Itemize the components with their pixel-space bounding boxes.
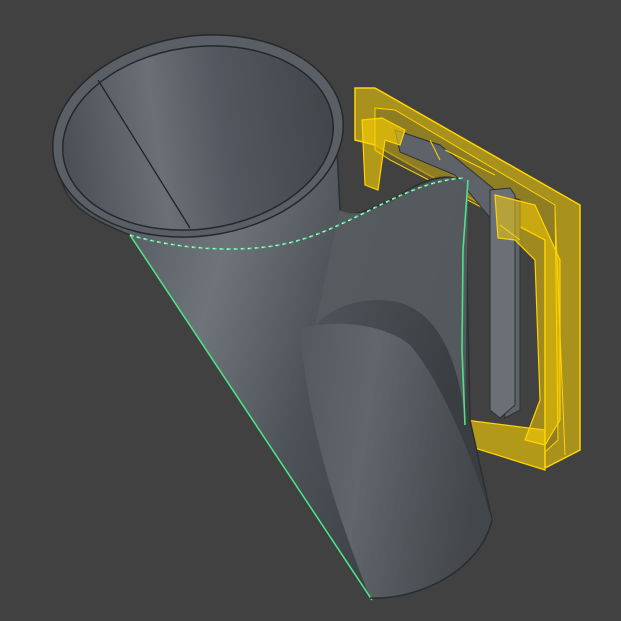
model-canvas[interactable] bbox=[0, 0, 621, 621]
main-tube[interactable] bbox=[40, 17, 493, 601]
3d-viewport[interactable] bbox=[0, 0, 621, 621]
